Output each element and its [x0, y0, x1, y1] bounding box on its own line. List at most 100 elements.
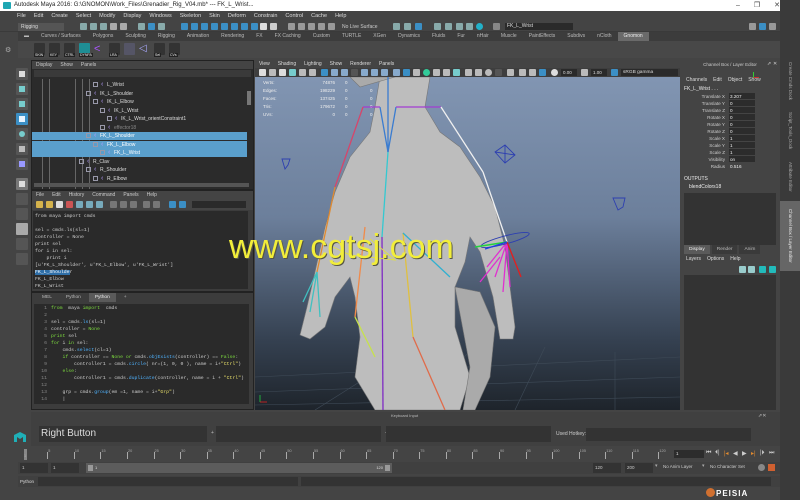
expand-toggle-icon[interactable] [100, 107, 105, 113]
menu-modify[interactable]: Modify [99, 11, 115, 21]
uv-editor-icon[interactable] [466, 23, 473, 30]
step-forward-key-icon[interactable]: |⏵ [760, 450, 765, 457]
restore-button[interactable]: ❐ [754, 0, 760, 11]
shelf-tab-fx[interactable]: FX [250, 32, 268, 41]
gamma-field[interactable]: 1.00 [591, 69, 607, 76]
bookmark-icon[interactable] [279, 69, 286, 76]
color-management-icon[interactable] [611, 69, 618, 76]
grid-icon[interactable] [321, 69, 328, 76]
shadows-icon[interactable] [443, 69, 450, 76]
magnet-icon[interactable] [318, 23, 325, 30]
render-view-icon[interactable] [445, 23, 452, 30]
channel-box-menu-edit[interactable]: Edit [713, 76, 722, 85]
attribute-row[interactable]: Rotate X 0 [681, 114, 779, 121]
exposure-icon[interactable] [551, 69, 558, 76]
current-frame-field[interactable]: 1 [674, 450, 704, 458]
close-panel-icon[interactable]: ✕ [773, 61, 777, 67]
cluster-icon[interactable] [124, 43, 135, 55]
four-view-layout-icon[interactable] [16, 193, 28, 205]
list-icon[interactable] [153, 201, 160, 208]
shelf-tab-rigging[interactable]: Rigging [152, 32, 181, 41]
outliner-item[interactable]: ‹ FK_L_Wrist [32, 149, 247, 157]
menu-file[interactable]: File [17, 11, 26, 21]
attribute-value[interactable]: 0 [729, 100, 755, 106]
outliner-item[interactable]: ‹ IK_L_Wrist [32, 107, 247, 115]
shelf-tab-fur[interactable]: Fur [451, 32, 471, 41]
symmetry-icon[interactable] [251, 23, 258, 30]
depth-of-field-icon[interactable] [485, 69, 492, 76]
menu-windows[interactable]: Windows [149, 11, 171, 21]
menu-create[interactable]: Create [51, 11, 68, 21]
snap-plane-icon[interactable] [211, 23, 218, 30]
attribute-value[interactable]: 0 [729, 107, 755, 113]
character-set-dropdown[interactable]: No Character Set [710, 464, 745, 469]
attribute-value[interactable]: 0 [729, 121, 755, 127]
select-object-icon[interactable] [148, 23, 155, 30]
side-tab-channel-box[interactable]: Channel Box / Layer Editor [780, 201, 800, 271]
wireframe-on-shaded-icon[interactable] [413, 69, 420, 76]
script-search-field[interactable] [192, 201, 246, 208]
menu-cache[interactable]: Cache [311, 11, 327, 21]
line-numbers-icon[interactable] [143, 201, 150, 208]
animation-end-field[interactable]: 200 [625, 463, 653, 473]
shelf-tab-xgen[interactable]: XGen [367, 32, 392, 41]
attribute-value[interactable]: 1 [729, 149, 755, 155]
step-forward-frame-icon[interactable]: ▸| [751, 450, 756, 457]
float-close-icons[interactable]: ⇗✕ [758, 413, 766, 419]
object-name-field[interactable]: FK_L_Wrist [505, 23, 573, 30]
shelf-tab-sculpting[interactable]: Sculpting [119, 32, 152, 41]
shelf-tab-turtle[interactable]: TURTLE [336, 32, 367, 41]
new-layer-icon[interactable] [759, 266, 766, 273]
xray-icon[interactable] [507, 69, 514, 76]
attribute-row[interactable]: Radius 0.516 [681, 163, 779, 170]
shelf-key-button[interactable]: KEY [49, 43, 60, 57]
attribute-row[interactable]: Translate X 3.207 [681, 93, 779, 100]
outliner-item[interactable]: ‹ IK_L_Elbow [32, 98, 247, 106]
channel-box-menu-object[interactable]: Object [728, 76, 742, 85]
layer-menu-layers[interactable]: Layers [686, 255, 701, 264]
attribute-row[interactable]: Scale Y 1 [681, 142, 779, 149]
layer-tab-render[interactable]: Render [711, 245, 738, 254]
ipr-icon[interactable] [404, 23, 411, 30]
shelf-tab-fx-caching[interactable]: FX Caching [269, 32, 307, 41]
output-node[interactable]: blendColors18 [681, 183, 779, 191]
expand-toggle-icon[interactable] [79, 158, 84, 164]
viewport-menu-lighting[interactable]: Lighting [304, 60, 322, 68]
playback-end-field[interactable]: 120 [593, 463, 621, 473]
rotate-tool-icon[interactable] [16, 128, 28, 140]
lights-icon[interactable] [433, 69, 440, 76]
clear-input-icon[interactable] [76, 201, 83, 208]
undo-icon[interactable] [110, 23, 117, 30]
shelf-tab-muscle[interactable]: Muscle [495, 32, 523, 41]
new-layer-selected-icon[interactable] [769, 266, 776, 273]
attribute-value[interactable]: 3.207 [729, 93, 755, 99]
attribute-row[interactable]: Visibility on [681, 156, 779, 163]
step-back-key-icon[interactable]: ⏴| [715, 450, 720, 457]
exposure-field[interactable]: 0.00 [561, 69, 577, 76]
field-chart-icon[interactable] [361, 69, 368, 76]
safe-action-icon[interactable] [371, 69, 378, 76]
command-input[interactable] [38, 477, 298, 486]
ik-handle-icon[interactable]: ◁ [139, 43, 150, 55]
echo-commands-icon[interactable] [96, 201, 103, 208]
camera-icon[interactable] [259, 69, 266, 76]
character-set-dropdown-arrow[interactable]: ▾ [702, 463, 705, 469]
shelf-tab-nhair[interactable]: nHair [471, 32, 495, 41]
menu-constrain[interactable]: Constrain [254, 11, 278, 21]
view-transform-dropdown[interactable]: sRGB gamma [621, 69, 678, 76]
script-tab-3[interactable]: + [118, 293, 133, 302]
attribute-row[interactable]: Scale Z 1 [681, 149, 779, 156]
time-slider[interactable]: 1 5 10 15 20 25 30 35 40 45 50 55 60 65 70 75 80 85 90 95 10… [22, 448, 780, 461]
select-tool-icon[interactable] [16, 68, 28, 80]
xray-active-icon[interactable] [519, 69, 526, 76]
execute-all-icon[interactable] [169, 201, 176, 208]
viewport-menu-renderer[interactable]: Renderer [350, 60, 371, 68]
expand-toggle-icon[interactable] [86, 133, 91, 138]
shelf-dynpa-button[interactable]: DYNPA [79, 43, 93, 57]
menu-help[interactable]: Help [335, 11, 346, 21]
script-input-editor[interactable]: 1 from maya import cmds 2 3 sel = cmds.ls(sl… [34, 304, 249, 404]
attribute-value[interactable]: 0 [729, 114, 755, 120]
globe-icon[interactable] [476, 23, 483, 30]
outliner-menu-panels[interactable]: Panels [81, 61, 96, 69]
attribute-value[interactable]: 1 [729, 142, 755, 148]
